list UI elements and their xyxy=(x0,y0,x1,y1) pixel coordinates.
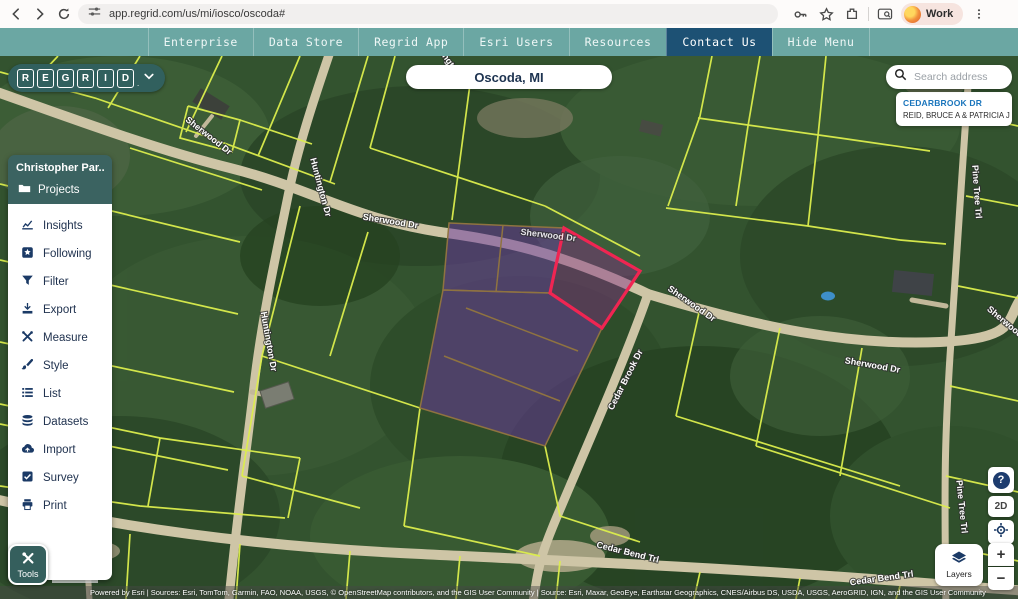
nav-item-regrid-app[interactable]: Regrid App xyxy=(358,28,463,56)
map-canvas[interactable]: Sherwood Dr Huntington Dr Sherwood Dr Sh… xyxy=(0,56,1018,599)
sidebar-item-label: Export xyxy=(43,304,76,316)
list-icon xyxy=(21,386,34,402)
layers-button[interactable]: Layers xyxy=(935,544,983,586)
swimming-pool xyxy=(821,292,835,301)
sidebar-item-label: Measure xyxy=(43,332,88,344)
profile-avatar xyxy=(904,6,921,23)
chevron-down-icon[interactable] xyxy=(143,69,155,87)
logo-letter: R xyxy=(77,69,94,88)
sidebar-item-label: Print xyxy=(43,500,67,512)
zoom-in-button[interactable]: + xyxy=(988,543,1014,566)
zoom-out-button[interactable]: − xyxy=(988,567,1014,590)
sidebar-item-label: Survey xyxy=(43,472,79,484)
browser-toolbar: app.regrid.com/us/mi/iosco/oscoda# Work xyxy=(0,0,1018,28)
password-key-icon[interactable] xyxy=(790,4,810,24)
logo-letter: E xyxy=(37,69,54,88)
nav-item-resources[interactable]: Resources xyxy=(569,28,667,56)
tab-search-icon[interactable] xyxy=(875,4,895,24)
sidebar-item-label: Datasets xyxy=(43,416,88,428)
top-nav-bar: Enterprise Data Store Regrid App Esri Us… xyxy=(0,28,1018,56)
regrid-app-window: app.regrid.com/us/mi/iosco/oscoda# Work xyxy=(0,0,1018,599)
sidebar-item-label: Following xyxy=(43,248,92,260)
site-settings-icon[interactable] xyxy=(88,5,101,23)
measure-tools-icon xyxy=(21,330,34,346)
sidebar-item-list[interactable]: List xyxy=(8,380,112,408)
map-mode-2d-button[interactable]: 2D xyxy=(988,496,1014,517)
place-title-pill[interactable]: Oscoda, MI xyxy=(406,65,612,89)
sidebar-item-following[interactable]: Following xyxy=(8,240,112,268)
satellite-map[interactable]: Sherwood Dr Huntington Dr Sherwood Dr Sh… xyxy=(0,56,1018,599)
forward-icon[interactable] xyxy=(30,4,50,24)
bookmark-star-icon xyxy=(21,246,34,262)
sidebar-item-style[interactable]: Style xyxy=(8,352,112,380)
nav-item-hide-menu[interactable]: Hide Menu xyxy=(772,28,871,56)
result-owner: REID, BRUCE A & PATRICIA J xyxy=(903,111,1005,120)
sidebar-item-label: Import xyxy=(43,444,76,456)
sidebar-item-label: Insights xyxy=(43,220,83,232)
sidebar-item-datasets[interactable]: Datasets xyxy=(8,408,112,436)
checkbox-icon xyxy=(21,470,34,486)
layers-icon xyxy=(950,551,968,567)
question-icon: ? xyxy=(993,472,1010,489)
left-sidebar: Christopher Par... Projects Insights Fol… xyxy=(8,155,112,580)
sidebar-menu: Insights Following Filter Export Measure xyxy=(8,204,112,580)
search-input[interactable] xyxy=(912,70,1004,84)
browser-actions: Work xyxy=(790,3,989,25)
database-icon xyxy=(21,414,34,430)
locate-icon xyxy=(993,522,1009,543)
url-text[interactable]: app.regrid.com/us/mi/iosco/oscoda# xyxy=(109,8,285,20)
funnel-icon xyxy=(21,274,34,290)
sidebar-item-label: Projects xyxy=(38,184,80,196)
user-name[interactable]: Christopher Par... xyxy=(16,162,104,174)
logo-letter: D xyxy=(117,69,134,88)
sidebar-item-label: List xyxy=(43,388,61,400)
search-result-card[interactable]: CEDARBROOK DR REID, BRUCE A & PATRICIA J xyxy=(896,92,1012,126)
sidebar-item-label: Style xyxy=(43,360,69,372)
toolbar-divider xyxy=(868,7,869,21)
nav-item-data-store[interactable]: Data Store xyxy=(253,28,358,56)
help-button[interactable]: ? xyxy=(988,467,1014,493)
nav-item-esri-users[interactable]: Esri Users xyxy=(463,28,568,56)
sidebar-item-survey[interactable]: Survey xyxy=(8,464,112,492)
regrid-logo[interactable]: R E G R I D . xyxy=(8,64,165,92)
nav-item-contact-us[interactable]: Contact Us xyxy=(666,28,771,56)
logo-letter: I xyxy=(97,69,114,88)
sidebar-item-print[interactable]: Print xyxy=(8,492,112,520)
back-icon[interactable] xyxy=(6,4,26,24)
chart-line-icon xyxy=(21,218,34,234)
extensions-icon[interactable] xyxy=(842,4,862,24)
sidebar-item-insights[interactable]: Insights xyxy=(8,212,112,240)
cloud-upload-icon xyxy=(21,442,34,458)
sidebar-item-filter[interactable]: Filter xyxy=(8,268,112,296)
map-attribution: Powered by Esri | Sources: Esri, TomTom,… xyxy=(0,586,1018,599)
sidebar-item-projects[interactable]: Projects xyxy=(16,182,104,198)
tools-button[interactable]: Tools xyxy=(8,544,48,585)
nav-item-enterprise[interactable]: Enterprise xyxy=(148,28,253,56)
logo-letter: R xyxy=(17,69,34,88)
paintbrush-icon xyxy=(21,358,34,374)
tools-icon xyxy=(20,550,36,568)
sidebar-item-import[interactable]: Import xyxy=(8,436,112,464)
search-icon xyxy=(894,68,907,86)
sidebar-header: Christopher Par... Projects xyxy=(8,155,112,204)
sidebar-item-export[interactable]: Export xyxy=(8,296,112,324)
sidebar-item-label: Filter xyxy=(43,276,69,288)
url-bar[interactable]: app.regrid.com/us/mi/iosco/oscoda# xyxy=(78,4,778,24)
sidebar-item-measure[interactable]: Measure xyxy=(8,324,112,352)
profile-name: Work xyxy=(926,8,953,20)
layers-label: Layers xyxy=(946,569,972,579)
bookmark-star-icon[interactable] xyxy=(816,4,836,24)
folder-icon xyxy=(18,182,31,198)
logo-letter: G xyxy=(57,69,74,88)
printer-icon xyxy=(21,498,34,514)
tools-label: Tools xyxy=(17,569,38,579)
reload-icon[interactable] xyxy=(54,4,74,24)
browser-menu-icon[interactable] xyxy=(969,4,989,24)
browser-profile-chip[interactable]: Work xyxy=(901,3,963,25)
search-box[interactable] xyxy=(886,65,1012,89)
download-icon xyxy=(21,302,34,318)
result-street: CEDARBROOK DR xyxy=(903,98,1005,108)
locate-button[interactable] xyxy=(988,520,1014,544)
logo-trademark-dot: . xyxy=(137,79,139,88)
